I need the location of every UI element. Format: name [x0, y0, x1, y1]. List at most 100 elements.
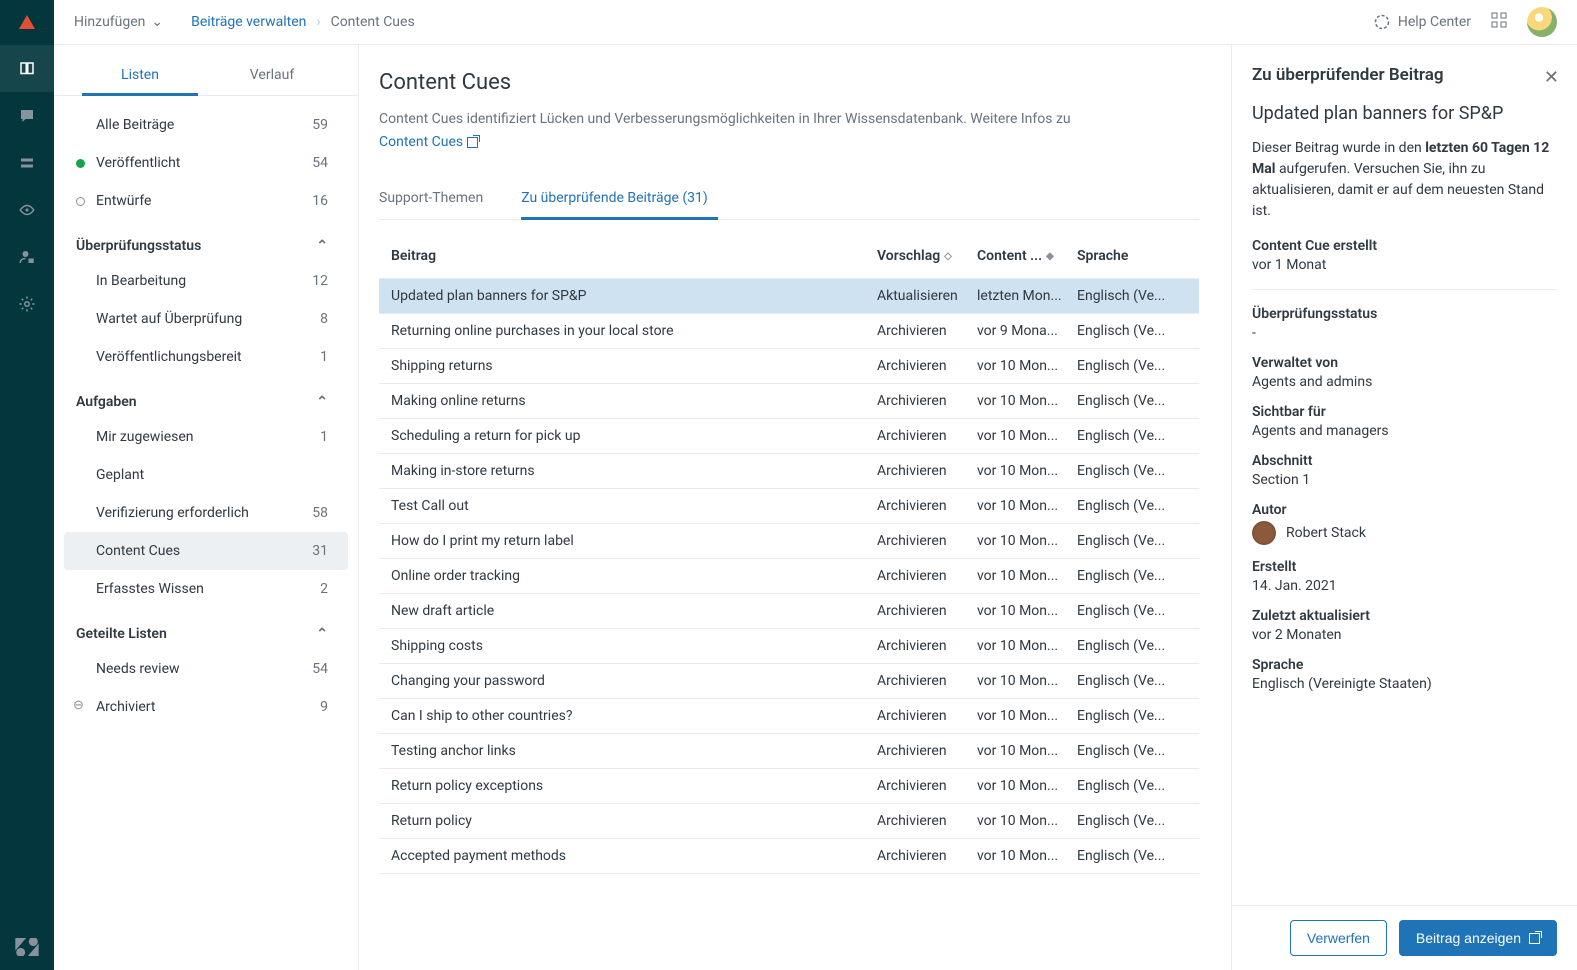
- table-row[interactable]: Test Call outArchivierenvor 10 Mon...Eng…: [379, 489, 1199, 524]
- cue-created-label: Content Cue erstellt: [1252, 238, 1557, 254]
- help-label: Help Center: [1398, 14, 1471, 30]
- sidebar-item[interactable]: Mir zugewiesen1: [54, 418, 358, 456]
- table-row[interactable]: Online order trackingArchivierenvor 10 M…: [379, 559, 1199, 594]
- page-description: Content Cues identifiziert Lücken und Ve…: [379, 109, 1199, 130]
- table-cell: vor 10 Mon...: [977, 778, 1077, 794]
- table-cell: Englisch (Ve...: [1077, 463, 1187, 479]
- breadcrumb-current: Content Cues: [331, 14, 415, 30]
- table-row[interactable]: Testing anchor linksArchivierenvor 10 Mo…: [379, 734, 1199, 769]
- col-content[interactable]: Content ...◆: [977, 248, 1077, 264]
- table-row[interactable]: Scheduling a return for pick upArchivier…: [379, 419, 1199, 454]
- table-row[interactable]: Updated plan banners for SP&PAktualisier…: [379, 279, 1199, 314]
- table-cell: Returning online purchases in your local…: [391, 323, 877, 339]
- table-row[interactable]: Making online returnsArchivierenvor 10 M…: [379, 384, 1199, 419]
- table-cell: Englisch (Ve...: [1077, 323, 1187, 339]
- detail-heading: Zu überprüfender Beitrag: [1252, 65, 1557, 85]
- sidebar-item[interactable]: Content Cues31: [64, 532, 348, 570]
- detail-footer: Verwerfen Beitrag anzeigen: [1232, 905, 1577, 970]
- brand-logo[interactable]: [0, 0, 54, 45]
- sidebar-group-heading[interactable]: Aufgaben ⌃: [54, 376, 358, 418]
- rail-item-permissions[interactable]: [0, 233, 54, 280]
- sidebar-item[interactable]: Archiviert9: [54, 688, 358, 726]
- show-article-button[interactable]: Beitrag anzeigen: [1399, 920, 1557, 956]
- zendesk-icon: [15, 938, 39, 956]
- status-dot: [76, 197, 85, 206]
- apps-grid-icon[interactable]: [1491, 12, 1507, 32]
- table-cell: Return policy: [391, 813, 877, 829]
- sidebar-item[interactable]: Veröffentlicht54: [54, 144, 358, 182]
- book-icon: [18, 60, 36, 78]
- col-sprache[interactable]: Sprache: [1077, 248, 1187, 264]
- sidebar-item-count: 58: [312, 505, 328, 521]
- table-row[interactable]: Changing your passwordArchivierenvor 10 …: [379, 664, 1199, 699]
- rail-item-settings[interactable]: [0, 280, 54, 327]
- zendesk-product-switcher[interactable]: [0, 924, 54, 970]
- sidebar: Listen Verlauf Alle Beiträge59Veröffentl…: [54, 0, 359, 970]
- col-vorschlag[interactable]: Vorschlag◇: [877, 248, 977, 264]
- table-row[interactable]: New draft articleArchivierenvor 10 Mon..…: [379, 594, 1199, 629]
- sidebar-item[interactable]: Veröffentlichungsbereit1: [54, 338, 358, 376]
- table-row[interactable]: Accepted payment methodsArchivierenvor 1…: [379, 839, 1199, 874]
- tab-support-themen[interactable]: Support-Themen: [379, 180, 483, 219]
- table-cell: vor 10 Mon...: [977, 428, 1077, 444]
- created-value: 14. Jan. 2021: [1252, 578, 1557, 594]
- table-row[interactable]: Can I ship to other countries?Archiviere…: [379, 699, 1199, 734]
- content-cues-help-link[interactable]: Content Cues: [379, 134, 478, 150]
- rail-item-arrange[interactable]: [0, 139, 54, 186]
- add-dropdown[interactable]: Hinzufügen: [74, 14, 163, 30]
- table-row[interactable]: Shipping costsArchivierenvor 10 Mon...En…: [379, 629, 1199, 664]
- sidebar-item[interactable]: Alle Beiträge59: [54, 106, 358, 144]
- comment-alert-icon: [18, 107, 36, 125]
- table-row[interactable]: Making in-store returnsArchivierenvor 10…: [379, 454, 1199, 489]
- sidebar-group-heading[interactable]: Überprüfungsstatus⌃: [54, 220, 358, 262]
- breadcrumb: Beiträge verwalten › Content Cues: [191, 14, 415, 30]
- breadcrumb-link-manage[interactable]: Beiträge verwalten: [191, 14, 306, 30]
- rows-icon: [18, 154, 36, 172]
- table-cell: Englisch (Ve...: [1077, 533, 1187, 549]
- table-cell: Aktualisieren: [877, 288, 977, 304]
- sidebar-item-label: Veröffentlichungsbereit: [96, 349, 242, 365]
- sidebar-group-heading[interactable]: Geteilte Listen ⌃: [54, 608, 358, 650]
- sidebar-item[interactable]: Wartet auf Überprüfung8: [54, 300, 358, 338]
- table-row[interactable]: Return policy exceptionsArchivierenvor 1…: [379, 769, 1199, 804]
- table-row[interactable]: Returning online purchases in your local…: [379, 314, 1199, 349]
- sidebar-item-count: 1: [320, 429, 328, 445]
- desc-text: Content Cues identifiziert Lücken und Ve…: [379, 111, 1071, 127]
- group-heading-label: Aufgaben: [76, 394, 137, 410]
- table-cell: Englisch (Ve...: [1077, 743, 1187, 759]
- table-cell: Archivieren: [877, 463, 977, 479]
- sidebar-item[interactable]: Verifizierung erforderlich58: [54, 494, 358, 532]
- sidebar-tab-verlauf[interactable]: Verlauf: [206, 59, 338, 95]
- close-icon[interactable]: ✕: [1544, 67, 1559, 88]
- help-center-link[interactable]: Help Center: [1374, 14, 1471, 30]
- rail-item-moderate[interactable]: [0, 186, 54, 233]
- table-cell: vor 10 Mon...: [977, 358, 1077, 374]
- discard-button[interactable]: Verwerfen: [1290, 920, 1387, 956]
- gear-icon: [18, 295, 36, 313]
- sidebar-item[interactable]: Geplant: [54, 456, 358, 494]
- table-cell: Archivieren: [877, 533, 977, 549]
- chevron-up-icon: ⌃: [316, 394, 328, 410]
- table-row[interactable]: How do I print my return labelArchiviere…: [379, 524, 1199, 559]
- table-cell: Archivieren: [877, 393, 977, 409]
- table-cell: Archivieren: [877, 428, 977, 444]
- table-cell: Archivieren: [877, 568, 977, 584]
- sidebar-item[interactable]: In Bearbeitung12: [54, 262, 358, 300]
- sidebar-item[interactable]: Needs review54: [54, 650, 358, 688]
- sidebar-tab-listen[interactable]: Listen: [74, 59, 206, 95]
- table-row[interactable]: Return policyArchivierenvor 10 Mon...Eng…: [379, 804, 1199, 839]
- rail-item-guide[interactable]: [0, 45, 54, 92]
- tab-zu-ueberpruefende[interactable]: Zu überprüfende Beiträge (31): [521, 180, 708, 219]
- col-beitrag[interactable]: Beitrag: [391, 248, 877, 264]
- table-cell: Englisch (Ve...: [1077, 708, 1187, 724]
- table-row[interactable]: Shipping returnsArchivierenvor 10 Mon...…: [379, 349, 1199, 384]
- chevron-up-icon: ⌃: [316, 626, 328, 642]
- group-heading-label: Geteilte Listen: [76, 626, 167, 642]
- table-cell: Englisch (Ve...: [1077, 848, 1187, 864]
- sidebar-item[interactable]: Erfasstes Wissen2: [54, 570, 358, 608]
- rail-item-feedback[interactable]: [0, 92, 54, 139]
- sidebar-item[interactable]: Entwürfe16: [54, 182, 358, 220]
- status-dot: [76, 159, 85, 168]
- user-avatar[interactable]: [1527, 7, 1557, 37]
- sidebar-item-count: 9: [320, 699, 328, 715]
